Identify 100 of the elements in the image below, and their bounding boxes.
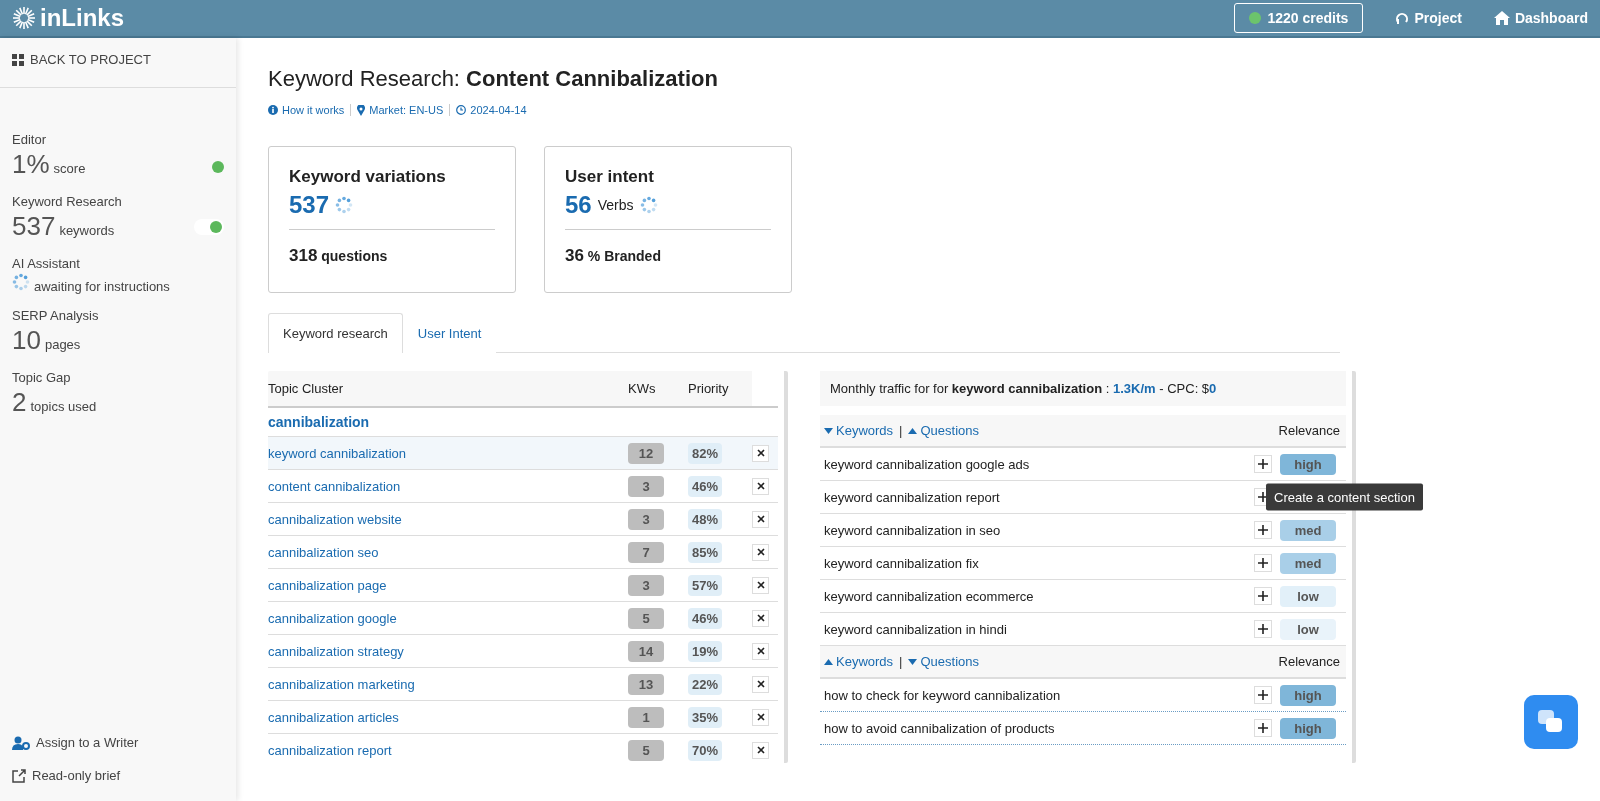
priority-value: 48% <box>688 508 723 530</box>
section-label: SERP Analysis <box>12 308 100 323</box>
section-toggle[interactable]: Keywords <box>824 654 894 669</box>
logo-text: inLinks <box>40 4 124 32</box>
remove-button[interactable] <box>752 741 769 759</box>
sidebar-link[interactable]: Read-only brief <box>0 768 236 801</box>
topic-link[interactable]: cannibalization articles <box>268 709 399 725</box>
close-icon <box>756 713 765 721</box>
keyword-count: 1 <box>628 706 664 728</box>
section-label: Topic Gap <box>12 370 72 385</box>
section-label: Editor <box>12 132 47 147</box>
caret-down-icon <box>824 427 833 434</box>
plus-icon <box>1258 591 1268 601</box>
remove-button[interactable] <box>752 444 769 462</box>
status-dot-icon <box>1249 12 1262 24</box>
close-icon <box>756 449 765 457</box>
caret-up-icon <box>824 658 833 665</box>
topic-link[interactable]: cannibalization seo <box>268 544 379 560</box>
remove-button[interactable] <box>752 642 769 660</box>
tab[interactable]: Keyword research <box>268 313 403 353</box>
external-link-icon <box>12 768 26 783</box>
stat-value: 1% <box>12 149 50 179</box>
close-icon <box>756 680 765 688</box>
topic-link[interactable]: cannibalization website <box>268 511 402 527</box>
credits-button[interactable]: 1220 credits <box>1234 3 1364 33</box>
topic-link[interactable]: keyword cannibalization <box>268 445 407 461</box>
topic-link[interactable]: cannibalization google <box>268 610 397 626</box>
logo-icon <box>12 6 36 30</box>
add-button[interactable] <box>1254 719 1272 737</box>
keyword-count: 5 <box>628 607 664 629</box>
relevance-tag: high <box>1280 684 1336 706</box>
card-title: Keyword variations <box>289 167 447 187</box>
remove-button[interactable] <box>752 675 769 693</box>
nav-link[interactable]: Project <box>1395 10 1462 26</box>
keyword-text: keyword cannibalization fix <box>824 555 980 571</box>
priority-value: 57% <box>688 574 723 596</box>
close-icon <box>756 515 765 523</box>
spinner-icon <box>335 196 354 214</box>
plus-icon <box>1258 525 1268 535</box>
priority-value: 35% <box>688 706 723 728</box>
close-icon <box>756 647 765 655</box>
nav-link[interactable]: Dashboard <box>1493 10 1588 26</box>
remove-button[interactable] <box>752 609 769 627</box>
stat-value: 10 <box>12 325 41 355</box>
plus-icon <box>1258 723 1268 733</box>
close-icon <box>756 614 765 622</box>
add-button[interactable] <box>1254 455 1272 473</box>
relevance-header: Relevance <box>1278 654 1340 669</box>
remove-button[interactable] <box>752 477 769 495</box>
toggle-switch[interactable] <box>194 218 224 235</box>
keyword-count: 14 <box>628 640 664 662</box>
plus-icon <box>1258 558 1268 568</box>
caret-down-icon <box>908 658 918 665</box>
caret-up-icon <box>908 427 918 434</box>
add-button[interactable] <box>1254 521 1272 539</box>
section-toggle[interactable]: Questions <box>908 654 979 669</box>
stat-unit: pages <box>44 337 81 352</box>
remove-button[interactable] <box>752 708 769 726</box>
sidebar-link[interactable]: Assign to a Writer <box>0 735 236 768</box>
add-button[interactable] <box>1254 686 1272 704</box>
topic-link[interactable]: content cannibalization <box>268 478 401 494</box>
topic-link[interactable]: cannibalization marketing <box>268 676 415 692</box>
column-header: KWs <box>628 371 688 408</box>
relevance-tag: high <box>1280 453 1336 475</box>
add-button[interactable] <box>1254 587 1272 605</box>
meta-link[interactable]: How it works <box>268 104 351 116</box>
clock-icon <box>456 105 467 115</box>
section-toggle[interactable]: Questions <box>908 423 979 438</box>
back-link[interactable]: BACK TO PROJECT <box>0 38 236 88</box>
keyword-count: 12 <box>628 442 664 464</box>
section-label: Keyword Research <box>12 194 123 209</box>
tooltip: Create a content section <box>1266 483 1423 511</box>
meta-link[interactable]: 2024-04-14 <box>449 104 533 116</box>
plus-icon <box>1258 459 1268 469</box>
remove-button[interactable] <box>752 543 769 561</box>
keyword-count: 3 <box>628 574 664 596</box>
section-label: AI Assistant <box>12 256 81 271</box>
add-button[interactable] <box>1254 620 1272 638</box>
topic-link[interactable]: cannibalization strategy <box>268 643 404 659</box>
priority-value: 70% <box>688 739 723 761</box>
column-header: Priority <box>688 371 752 408</box>
remove-button[interactable] <box>752 510 769 528</box>
topic-link[interactable]: cannibalization report <box>268 742 392 758</box>
refresh-icon <box>1395 11 1410 25</box>
keyword-text: keyword cannibalization in seo <box>824 522 1002 538</box>
keyword-count: 5 <box>628 739 664 761</box>
remove-button[interactable] <box>752 576 769 594</box>
priority-value: 82% <box>688 442 723 464</box>
topic-link[interactable]: cannibalization page <box>268 577 387 593</box>
relevance-tag: low <box>1280 585 1336 607</box>
card-unit: Verbs <box>597 197 634 213</box>
priority-value: 19% <box>688 640 723 662</box>
page-title: Keyword Research: Content Cannibalization <box>268 66 719 92</box>
column-header: Topic Cluster <box>268 371 628 408</box>
meta-link[interactable]: Market: EN-US <box>350 104 450 116</box>
section-toggle[interactable]: Keywords <box>824 423 894 438</box>
card-number: 56 <box>565 191 592 219</box>
info-icon <box>268 105 278 115</box>
add-button[interactable] <box>1254 554 1272 572</box>
chat-button[interactable] <box>1524 695 1578 749</box>
